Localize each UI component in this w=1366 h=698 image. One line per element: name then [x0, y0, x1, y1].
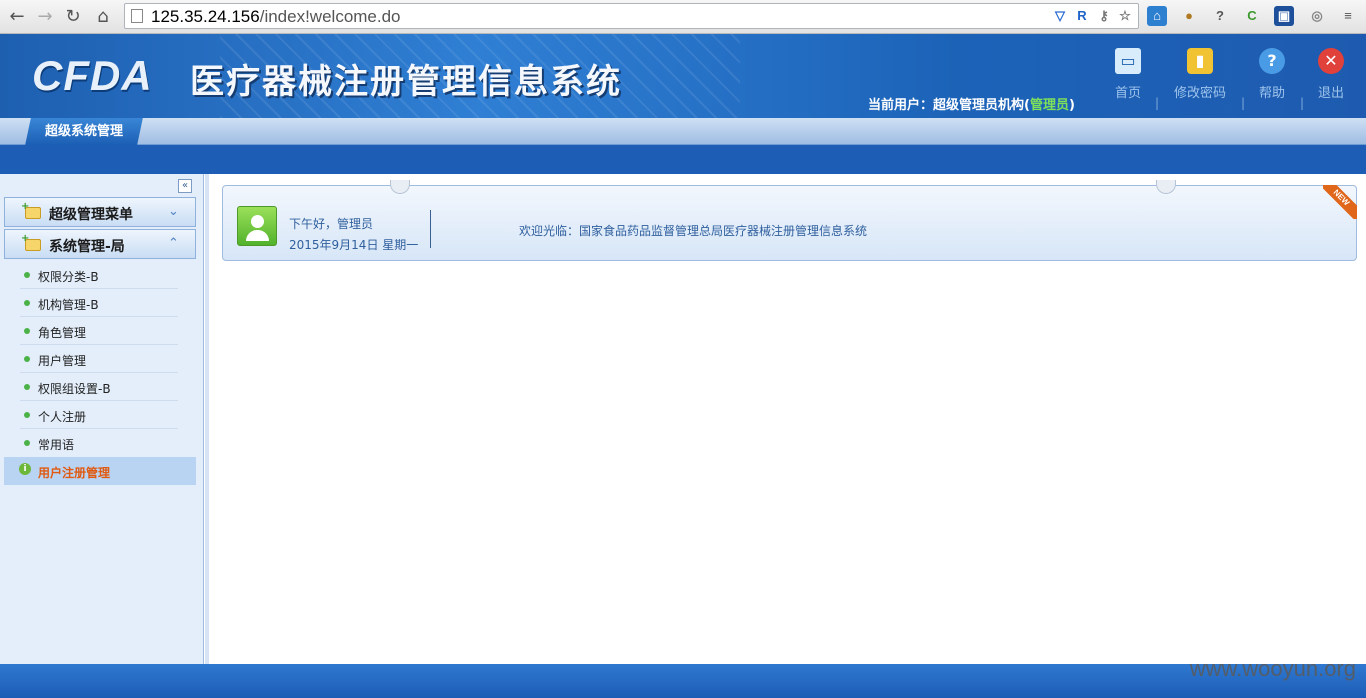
bullet-icon — [24, 300, 30, 306]
sidebar-item-user-registration-management[interactable]: i 用户注册管理 — [4, 457, 196, 485]
separator: | — [1155, 96, 1160, 110]
shield-extension-icon[interactable]: ▽ — [1050, 6, 1070, 26]
info-icon: i — [19, 463, 31, 475]
plus-icon: + — [21, 233, 30, 244]
help-icon: ? — [1259, 48, 1285, 74]
collapse-sidebar-button[interactable]: « — [178, 179, 192, 193]
forward-arrow-icon[interactable]: → — [34, 6, 56, 28]
menu-group-system-admin[interactable]: + 系统管理-局 ⌃ — [4, 229, 196, 259]
divider — [430, 210, 431, 248]
header-band — [0, 145, 1366, 174]
sidebar-item-user-management[interactable]: 用户管理 — [20, 345, 178, 373]
tab-super-system-admin[interactable]: 超级系统管理 — [25, 118, 143, 145]
cookie-icon[interactable]: ● — [1179, 6, 1199, 26]
download-extension-icon[interactable]: ? — [1210, 6, 1230, 26]
pin-icon — [390, 180, 410, 194]
logout-link[interactable]: ✕ 退出 — [1301, 48, 1361, 104]
c-extension-icon[interactable]: C — [1242, 6, 1262, 26]
exit-icon: ✕ — [1318, 48, 1344, 74]
back-arrow-icon[interactable]: ← — [6, 6, 28, 28]
menu-icon[interactable]: ≡ — [1338, 6, 1358, 26]
sidebar-item-personal-registration[interactable]: 个人注册 — [20, 401, 178, 429]
browser-toolbar: ← → ↻ ⌂ 125.35.24.156/index!welcome.do ▽… — [0, 0, 1366, 34]
bookmark-star-icon[interactable]: ☆ — [1115, 6, 1135, 26]
reload-icon[interactable]: ↻ — [62, 6, 84, 28]
home-icon[interactable]: ⌂ — [92, 6, 114, 28]
menu-group-super-admin[interactable]: + 超级管理菜单 ⌄ — [4, 197, 196, 227]
system-title: 医疗器械注册管理信息系统 — [190, 62, 622, 102]
bullet-icon — [24, 384, 30, 390]
app-header: CFDA 医疗器械注册管理信息系统 当前用户：超级管理员机构(管理员) ▭ 首页… — [0, 34, 1366, 118]
pin-icon — [1156, 180, 1176, 194]
home-link[interactable]: ▭ 首页 — [1098, 48, 1158, 104]
change-password-link[interactable]: ▮ 修改密码 — [1170, 48, 1230, 104]
chevron-down-icon: ⌄ — [168, 204, 179, 219]
page-icon — [131, 9, 143, 23]
main-content: 下午好，管理员 2015年9月14日 星期一 欢迎光临：国家食品药品监督管理总局… — [205, 174, 1366, 664]
sidebar-item-common-phrases[interactable]: 常用语 — [20, 429, 178, 457]
new-badge: NEW — [1323, 185, 1357, 219]
cfda-logo: CFDA — [32, 52, 153, 99]
tab-bar: 超级系统管理 — [0, 118, 1366, 145]
sidebar-item-permission-group[interactable]: 权限组设置-B — [20, 373, 178, 401]
key-icon[interactable]: ⚷ — [1094, 6, 1114, 26]
watermark: www.wooyun.org — [1189, 656, 1356, 681]
date-text: 2015年9月14日 星期一 — [289, 238, 419, 252]
address-url[interactable]: 125.35.24.156/index!welcome.do — [151, 7, 401, 27]
pr-extension-icon[interactable]: R — [1072, 6, 1092, 26]
extension-icon[interactable]: ⌂ — [1147, 6, 1167, 26]
user-avatar-icon — [237, 206, 277, 246]
sidebar: « + 超级管理菜单 ⌄ + 系统管理-局 ⌃ 权限分类-B 机构管理-B 角色… — [0, 174, 204, 664]
top-links: ▭ 首页 | ▮ 修改密码 | ? 帮助 | ✕ 退出 — [1110, 48, 1361, 110]
bullet-icon — [24, 272, 30, 278]
footer-bar — [0, 664, 1366, 698]
settings-circle-icon[interactable]: ◎ — [1307, 6, 1327, 26]
bullet-icon — [24, 356, 30, 362]
sidebar-item-role-management[interactable]: 角色管理 — [20, 317, 178, 345]
bullet-icon — [24, 328, 30, 334]
sidebar-item-permission-category[interactable]: 权限分类-B — [20, 261, 178, 289]
lock-icon: ▮ — [1187, 48, 1213, 74]
bullet-icon — [24, 412, 30, 418]
address-bar[interactable]: 125.35.24.156/index!welcome.do — [124, 3, 1139, 29]
sidebar-item-org-management[interactable]: 机构管理-B — [20, 289, 178, 317]
plus-icon: + — [21, 201, 30, 212]
current-user: 当前用户：超级管理员机构(管理员) — [868, 98, 1075, 113]
monitor-icon: ▭ — [1115, 48, 1141, 74]
welcome-message: 欢迎光临：国家食品药品监督管理总局医疗器械注册管理信息系统 — [519, 224, 868, 238]
welcome-panel: 下午好，管理员 2015年9月14日 星期一 欢迎光临：国家食品药品监督管理总局… — [222, 180, 1357, 261]
help-link[interactable]: ? 帮助 — [1242, 48, 1302, 104]
bullet-icon — [24, 440, 30, 446]
greeting-text: 下午好，管理员 — [289, 217, 374, 231]
user-role: 管理员 — [1029, 98, 1069, 113]
blue-extension-icon[interactable]: ▣ — [1274, 6, 1294, 26]
chevron-up-icon: ⌃ — [168, 236, 179, 251]
